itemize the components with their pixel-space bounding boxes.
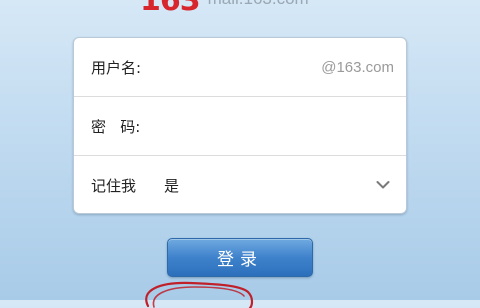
login-card: 用户名: @163.com 密 码: 记住我 是 bbox=[73, 37, 407, 214]
logo-domain: mail.163.com bbox=[208, 0, 309, 16]
login-button-label: 登录 bbox=[217, 250, 263, 270]
login-button[interactable]: 登录 bbox=[167, 238, 313, 277]
username-row: 用户名: @163.com bbox=[74, 38, 406, 96]
remember-me-select[interactable]: 记住我 是 bbox=[74, 156, 406, 214]
site-logo: 163 mail.163.com bbox=[140, 0, 309, 16]
remember-me-label: 记住我 bbox=[91, 176, 137, 195]
username-label: 用户名: bbox=[91, 58, 142, 77]
password-input[interactable] bbox=[154, 110, 396, 142]
password-row: 密 码: bbox=[74, 97, 406, 155]
remember-me-value: 是 bbox=[164, 176, 180, 195]
email-domain-suffix: @163.com bbox=[321, 58, 394, 76]
red-ink-annotation bbox=[145, 281, 254, 308]
logo-number: 163 bbox=[140, 0, 201, 18]
chevron-down-icon bbox=[376, 181, 390, 189]
password-label: 密 码: bbox=[91, 117, 141, 136]
